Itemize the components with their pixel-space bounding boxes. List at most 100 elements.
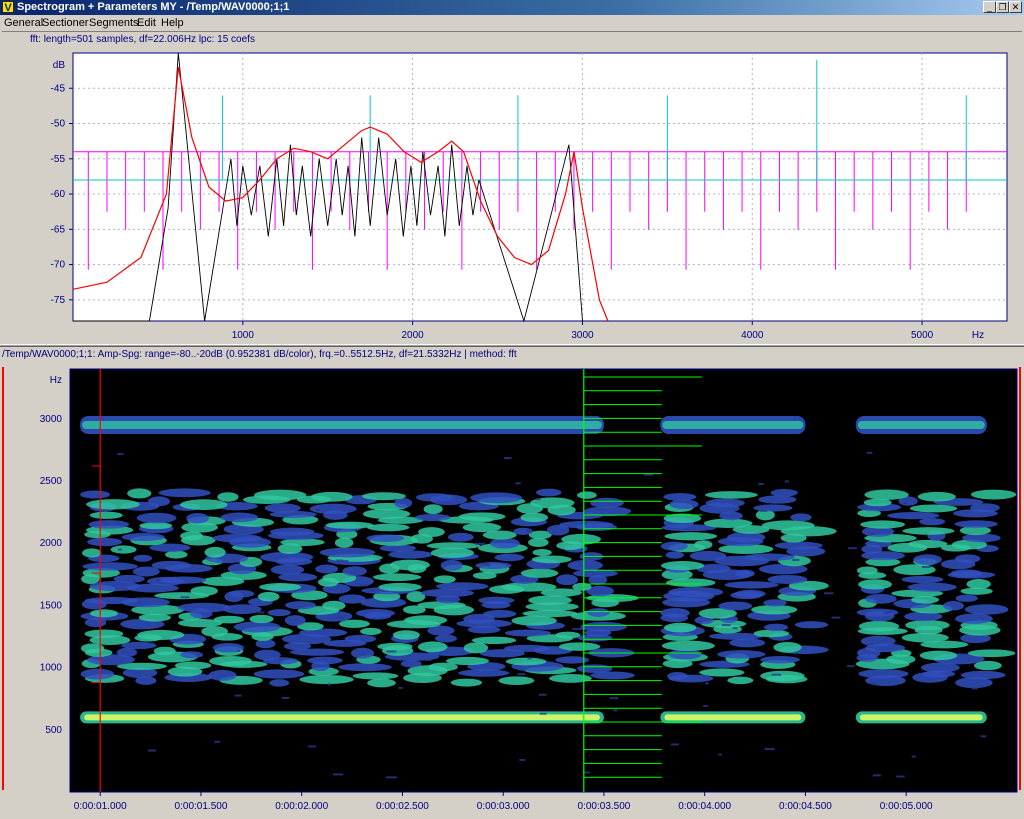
energy-blob [435, 595, 461, 604]
energy-blob [149, 543, 191, 552]
energy-blob [481, 601, 511, 609]
energy-blob [940, 559, 976, 570]
energy-blob [322, 583, 351, 594]
energy-blob [891, 589, 944, 598]
energy-blob [488, 585, 525, 594]
energy-blob [694, 540, 713, 550]
energy-blob [363, 612, 392, 620]
energy-blob [233, 621, 281, 633]
energy-blob [239, 556, 263, 567]
energy-blob [154, 592, 210, 600]
energy-blob [588, 648, 635, 658]
energy-blob [247, 597, 273, 607]
energy-blob [169, 633, 207, 645]
energy-blob [864, 610, 895, 622]
energy-blob [567, 560, 603, 571]
energy-blob [216, 501, 258, 511]
energy-blob [976, 545, 999, 553]
energy-blob [80, 490, 111, 499]
energy-blob [440, 559, 463, 571]
energy-blob [698, 608, 737, 619]
energy-blob [390, 559, 430, 571]
spg-ytick-label: 3000 [40, 414, 63, 425]
energy-blob [214, 646, 244, 657]
energy-blob [696, 564, 731, 574]
energy-blob [211, 633, 243, 641]
panel-splitter[interactable] [0, 344, 1024, 347]
energy-blob [456, 619, 512, 628]
energy-blob [573, 569, 618, 578]
energy-blob [172, 503, 201, 511]
energy-blob [423, 504, 443, 515]
energy-blob [407, 665, 448, 677]
energy-blob [470, 492, 523, 504]
energy-blob [186, 513, 209, 524]
energy-blob [257, 591, 280, 602]
energy-blob [860, 584, 885, 594]
energy-blob [705, 498, 745, 508]
noise-speck [582, 771, 590, 774]
energy-blob [864, 643, 906, 653]
energy-blob [369, 534, 419, 546]
f0-band [855, 711, 987, 724]
fft-xtick-label: 5000 [911, 330, 934, 341]
spg-xtick-label: 0:00:02.000 [275, 801, 328, 812]
energy-blob [342, 566, 367, 577]
energy-blob [959, 624, 1001, 636]
energy-blob [121, 533, 165, 542]
energy-blob [758, 495, 797, 504]
energy-blob [253, 669, 305, 679]
energy-blob [520, 512, 549, 523]
energy-blob [437, 552, 479, 560]
energy-blob [121, 597, 170, 608]
energy-blob [960, 620, 998, 631]
energy-blob [379, 544, 416, 552]
noise-speck [784, 480, 790, 483]
fft-ytick-label: -60 [51, 189, 66, 200]
energy-blob [556, 574, 579, 586]
fft-chart[interactable]: -45 -50 -55 -60 -65 -70 -75 dB 1000 2000 3000 4000 5… [0, 0, 1024, 345]
energy-blob [388, 550, 433, 559]
energy-blob [777, 555, 811, 567]
energy-blob [561, 533, 601, 545]
energy-blob [259, 583, 302, 591]
spg-xtick-label: 0:00:04.500 [779, 801, 832, 812]
energy-blob [743, 553, 795, 561]
energy-blob [865, 675, 906, 687]
energy-blob [138, 613, 171, 622]
energy-blob [151, 560, 191, 570]
energy-blob [131, 604, 185, 615]
energy-blob [730, 591, 763, 600]
energy-blob [190, 586, 218, 596]
energy-blob [531, 555, 572, 564]
energy-blob [664, 532, 717, 541]
noise-speck [732, 627, 738, 630]
noise-speck [234, 694, 242, 697]
energy-blob [290, 648, 345, 656]
energy-blob [479, 649, 525, 658]
energy-blob [372, 573, 422, 581]
noise-speck [903, 501, 907, 504]
noise-speck [792, 558, 800, 561]
noise-speck [911, 755, 916, 758]
energy-blob [702, 569, 753, 581]
energy-blob [446, 656, 490, 666]
energy-blob [887, 542, 928, 553]
energy-blob [308, 667, 339, 676]
energy-blob [285, 601, 317, 610]
energy-blob [699, 502, 740, 514]
energy-blob [133, 554, 153, 562]
energy-blob [668, 674, 714, 683]
energy-blob [933, 498, 984, 506]
energy-blob [344, 495, 378, 505]
energy-blob [858, 579, 892, 590]
energy-blob [779, 645, 829, 655]
energy-blob [954, 520, 998, 528]
energy-blob [282, 514, 319, 525]
noise-speck [613, 709, 618, 712]
energy-blob [724, 581, 779, 589]
energy-blob [577, 634, 613, 642]
noise-speck [872, 774, 881, 777]
energy-blob [504, 629, 552, 637]
energy-blob [394, 498, 413, 509]
